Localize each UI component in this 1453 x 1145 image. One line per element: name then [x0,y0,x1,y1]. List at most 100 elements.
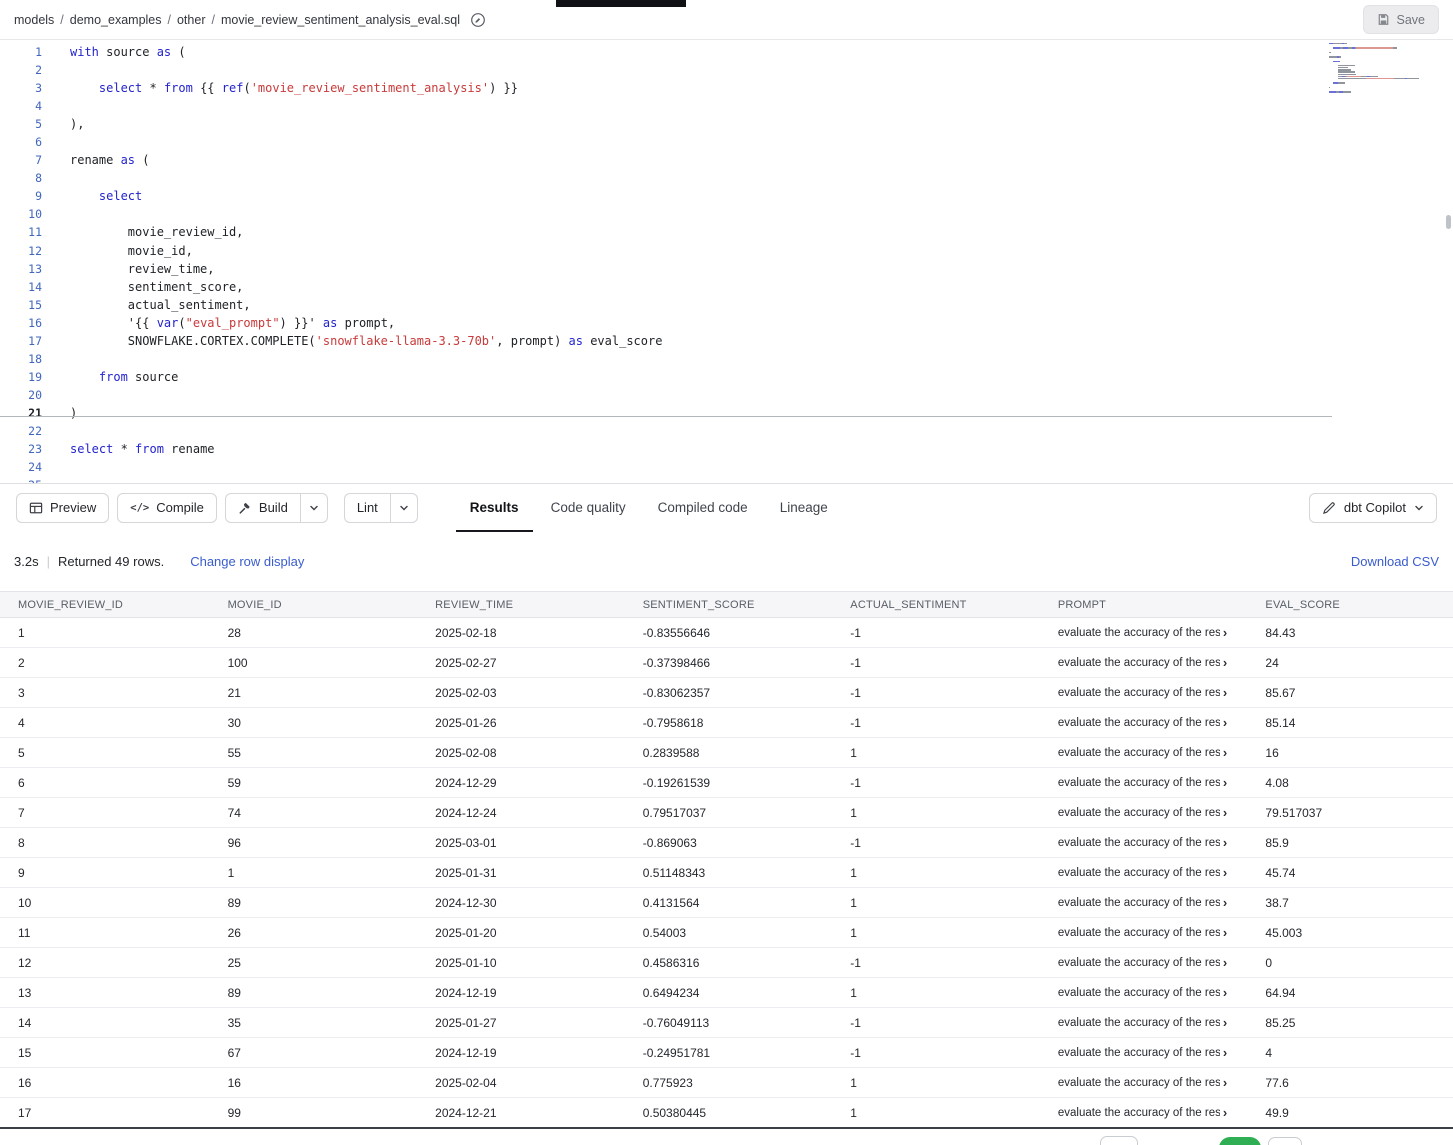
expand-cell-icon[interactable]: › [1223,1105,1227,1120]
prompt-cell: evaluate the accuracy of the res...› [1038,745,1246,760]
table-row: 3212025-02-03-0.83062357-1evaluate the a… [0,678,1453,708]
breadcrumb-segment[interactable]: other [177,13,206,27]
download-csv-link[interactable]: Download CSV [1351,554,1439,569]
code-line: 9 select [0,187,1453,205]
line-number: 12 [0,242,44,260]
prompt-cell: evaluate the accuracy of the res...› [1038,1045,1246,1060]
expand-cell-icon[interactable]: › [1223,835,1227,850]
preview-label: Preview [50,500,96,515]
prompt-text: evaluate the accuracy of the res... [1058,897,1220,909]
code-line: 18 [0,350,1453,368]
expand-cell-icon[interactable]: › [1223,1045,1227,1060]
table-cell: 3 [0,686,208,700]
table-row: 21002025-02-27-0.37398466-1evaluate the … [0,648,1453,678]
line-number: 13 [0,260,44,278]
editor-action-buttons: Preview </> Compile Build [16,493,418,523]
expand-cell-icon[interactable]: › [1223,745,1227,760]
expand-cell-icon[interactable]: › [1223,1075,1227,1090]
breadcrumb-separator: / [168,13,171,27]
expand-cell-icon[interactable]: › [1223,805,1227,820]
table-cell: 2024-12-29 [415,776,623,790]
expand-cell-icon[interactable]: › [1223,775,1227,790]
table-cell: 38.7 [1245,896,1453,910]
tab-compiled-code[interactable]: Compiled code [644,484,762,532]
lint-label: Lint [357,500,378,515]
line-number: 21 [0,404,44,422]
table-cell: 2025-01-10 [415,956,623,970]
line-number: 23 [0,440,44,458]
prompt-text: evaluate the accuracy of the res... [1058,687,1220,699]
prompt-text: evaluate the accuracy of the res... [1058,627,1220,639]
table-cell: 0 [1245,956,1453,970]
table-cell: 10 [0,896,208,910]
partial-green-button[interactable] [1219,1137,1261,1145]
table-cell: 5 [0,746,208,760]
table-cell: 89 [208,896,416,910]
lint-button[interactable]: Lint [344,493,390,523]
file-state-icon[interactable] [470,12,486,28]
expand-cell-icon[interactable]: › [1223,625,1227,640]
table-cell: 0.54003 [623,926,831,940]
table-cell: 2025-03-01 [415,836,623,850]
code-editor[interactable]: 1with source as (23 select * from {{ ref… [0,40,1453,483]
expand-cell-icon[interactable]: › [1223,925,1227,940]
prompt-cell: evaluate the accuracy of the res...› [1038,625,1246,640]
breadcrumb-segment[interactable]: movie_review_sentiment_analysis_eval.sql [221,13,460,27]
table-cell: -1 [830,956,1038,970]
partial-outline-button[interactable] [1268,1137,1302,1145]
line-number: 10 [0,205,44,223]
table-cell: 15 [0,1046,208,1060]
table-cell: 1 [830,896,1038,910]
tab-lineage[interactable]: Lineage [766,484,842,532]
breadcrumb-segment[interactable]: models [14,13,54,27]
table-cell: -1 [830,1016,1038,1030]
prompt-cell: evaluate the accuracy of the res...› [1038,655,1246,670]
line-number: 24 [0,458,44,476]
table-cell: 9 [0,866,208,880]
tab-results[interactable]: Results [456,484,533,532]
table-cell: -0.76049113 [623,1016,831,1030]
table-cell: 45.003 [1245,926,1453,940]
line-number: 19 [0,368,44,386]
chevron-down-icon [1414,503,1424,513]
change-row-display-link[interactable]: Change row display [190,554,304,569]
table-cell: 16 [0,1076,208,1090]
dbt-copilot-button[interactable]: dbt Copilot [1309,493,1437,523]
breadcrumb-segment[interactable]: demo_examples [70,13,162,27]
table-row: 12252025-01-100.4586316-1evaluate the ac… [0,948,1453,978]
table-cell: 45.74 [1245,866,1453,880]
expand-cell-icon[interactable]: › [1223,1015,1227,1030]
table-row: 6592024-12-29-0.19261539-1evaluate the a… [0,768,1453,798]
editor-scrollbar-thumb[interactable] [1446,215,1451,229]
build-button[interactable]: Build [225,493,300,523]
lint-dropdown-button[interactable] [390,493,418,523]
expand-cell-icon[interactable]: › [1223,895,1227,910]
code-line: 20 [0,386,1453,404]
expand-cell-icon[interactable]: › [1223,985,1227,1000]
table-cell: 49.9 [1245,1106,1453,1120]
code-line: 25 [0,476,1453,483]
preview-button[interactable]: Preview [16,493,109,523]
table-cell: 30 [208,716,416,730]
prompt-text: evaluate the accuracy of the res... [1058,927,1220,939]
table-cell: 85.67 [1245,686,1453,700]
browser-notch [556,0,686,7]
expand-cell-icon[interactable]: › [1223,685,1227,700]
expand-cell-icon[interactable]: › [1223,865,1227,880]
table-cell: 4 [0,716,208,730]
build-dropdown-button[interactable] [300,493,328,523]
compile-button[interactable]: </> Compile [117,493,217,523]
prompt-text: evaluate the accuracy of the res... [1058,747,1220,759]
expand-cell-icon[interactable]: › [1223,955,1227,970]
tab-code-quality[interactable]: Code quality [537,484,640,532]
table-cell: 77.6 [1245,1076,1453,1090]
editor-minimap[interactable] [1329,43,1429,98]
expand-cell-icon[interactable]: › [1223,655,1227,670]
column-header: REVIEW_TIME [415,599,623,611]
partial-outline-button[interactable] [1100,1136,1138,1145]
code-line: 24 [0,458,1453,476]
table-cell: -0.24951781 [623,1046,831,1060]
save-button[interactable]: Save [1363,5,1440,34]
expand-cell-icon[interactable]: › [1223,715,1227,730]
table-cell: 0.6494234 [623,986,831,1000]
